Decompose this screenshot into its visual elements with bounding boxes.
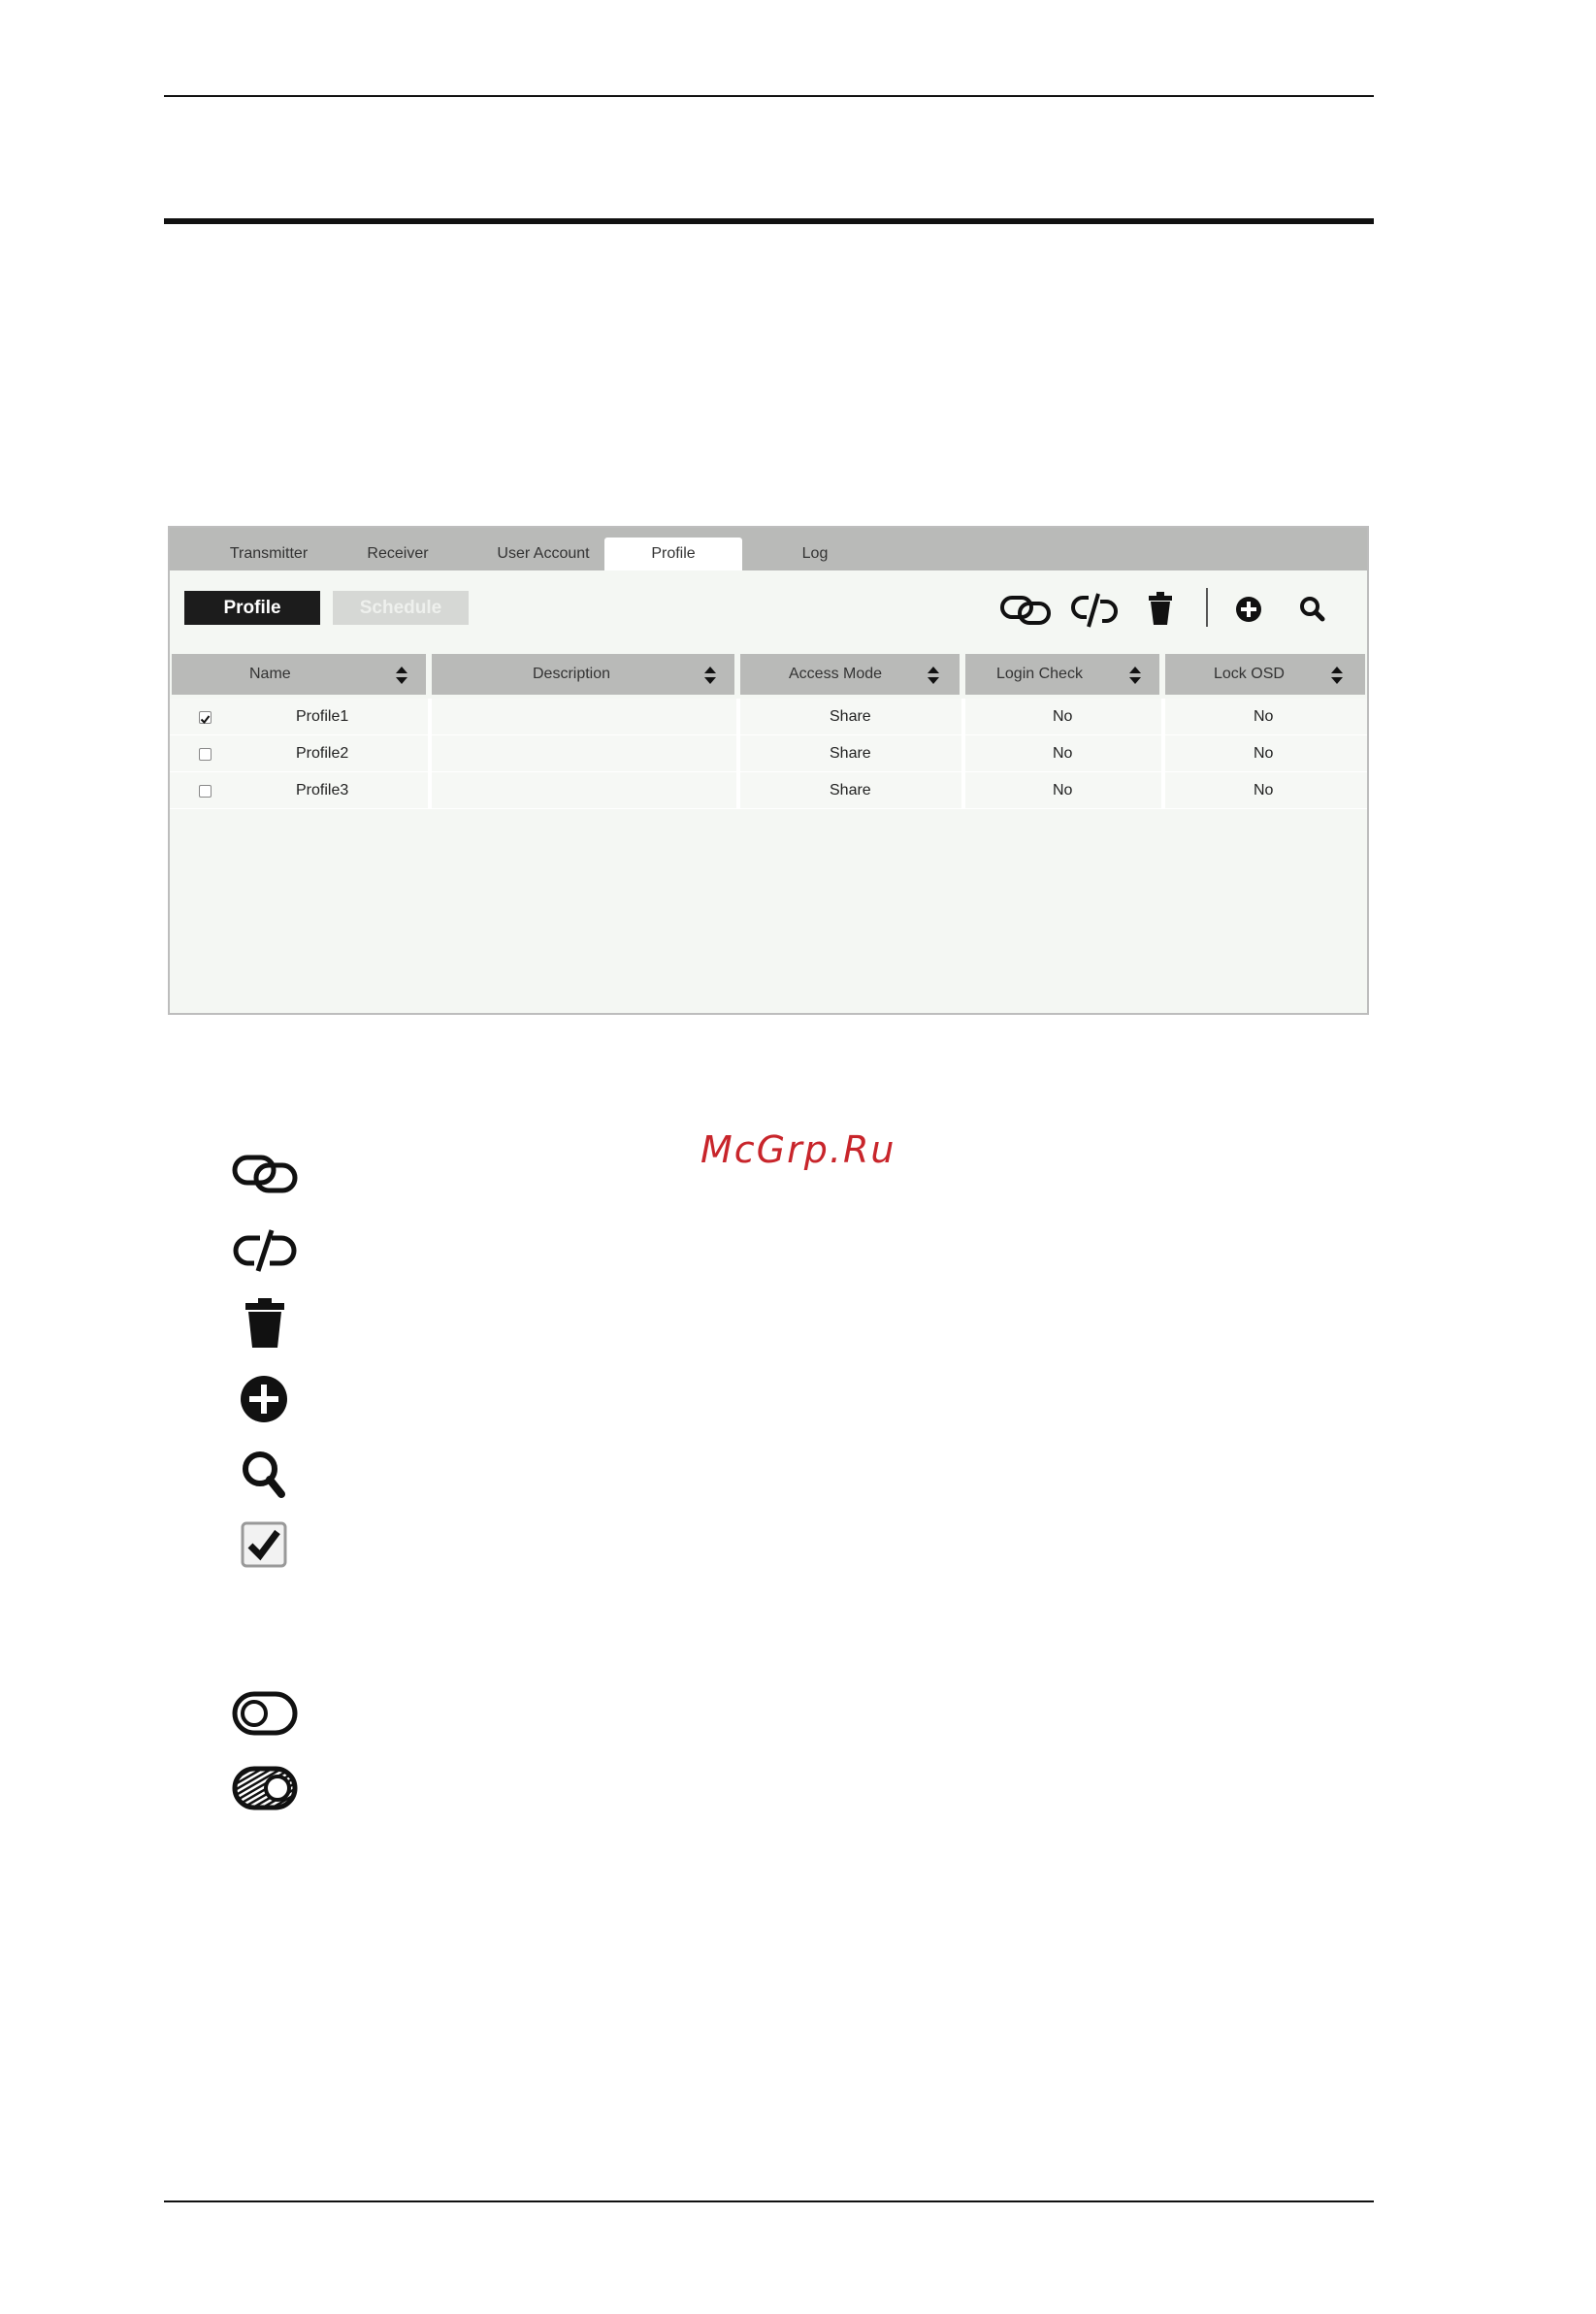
column-header-description[interactable]: Description	[432, 654, 734, 695]
toolbar-separator	[1206, 588, 1208, 627]
column-header-name[interactable]: Name	[172, 654, 426, 695]
row-checkbox[interactable]	[199, 711, 212, 725]
column-header-label: Access Mode	[789, 666, 883, 682]
trash-icon[interactable]	[1144, 588, 1177, 631]
toggle-on-icon	[232, 1766, 298, 1810]
section-rule	[164, 218, 1374, 224]
schedule-subtab-button[interactable]: Schedule	[333, 591, 469, 625]
profile-screenshot-panel: Transmitter Receiver User Account Profil…	[168, 526, 1369, 1015]
column-header-lock-osd[interactable]: Lock OSD	[1165, 654, 1365, 695]
tab-user-account[interactable]: User Account	[471, 538, 616, 570]
tab-profile[interactable]: Profile	[604, 538, 742, 570]
table-row[interactable]: Profile1 Share No No	[170, 699, 1367, 735]
tab-receiver[interactable]: Receiver	[340, 538, 456, 570]
column-divider	[736, 699, 740, 808]
column-divider	[428, 699, 432, 808]
header-rule	[164, 95, 1374, 97]
row-checkbox[interactable]	[199, 785, 212, 798]
column-header-label: Name	[249, 666, 291, 682]
cell-lock-osd: No	[1254, 782, 1274, 798]
cell-name: Profile2	[296, 745, 349, 762]
add-circle-icon	[241, 1376, 287, 1422]
sort-arrows-icon[interactable]	[927, 665, 940, 686]
column-header-label: Lock OSD	[1214, 666, 1285, 682]
table-row[interactable]: Profile3 Share No No	[170, 772, 1367, 809]
column-header-login-check[interactable]: Login Check	[965, 654, 1159, 695]
column-header-label: Description	[533, 666, 611, 682]
cell-lock-osd: No	[1254, 745, 1274, 762]
cell-login-check: No	[1053, 782, 1073, 798]
footer-rule	[164, 2200, 1374, 2202]
cell-login-check: No	[1053, 745, 1073, 762]
toggle-off-icon	[232, 1691, 298, 1736]
column-divider	[1161, 699, 1165, 808]
column-divider	[961, 699, 965, 808]
column-header-access-mode[interactable]: Access Mode	[740, 654, 960, 695]
add-circle-icon[interactable]	[1229, 588, 1268, 631]
cell-description	[434, 699, 734, 734]
cell-name: Profile3	[296, 782, 349, 798]
link-icon	[232, 1155, 298, 1193]
trash-icon	[245, 1298, 284, 1348]
unlink-icon[interactable]	[1067, 588, 1122, 631]
search-icon[interactable]	[1293, 588, 1332, 631]
cell-access-mode: Share	[830, 782, 871, 798]
table-row[interactable]: Profile2 Share No No	[170, 735, 1367, 772]
row-checkbox[interactable]	[199, 748, 212, 761]
sort-arrows-icon[interactable]	[395, 665, 408, 686]
sort-arrows-icon[interactable]	[1128, 665, 1142, 686]
cell-description	[434, 772, 734, 808]
sort-arrows-icon[interactable]	[1330, 665, 1344, 686]
cell-description	[434, 735, 734, 771]
checkmark-icon	[200, 715, 211, 725]
sort-arrows-icon[interactable]	[703, 665, 717, 686]
tab-bar: Transmitter Receiver User Account Profil…	[170, 528, 1367, 570]
cell-login-check: No	[1053, 708, 1073, 725]
column-header-label: Login Check	[996, 666, 1083, 682]
watermark: McGrp.Ru	[700, 1128, 896, 1171]
cell-access-mode: Share	[830, 708, 871, 725]
tab-log[interactable]: Log	[762, 538, 868, 570]
search-icon	[243, 1451, 285, 1498]
checkbox-checked-icon	[241, 1521, 287, 1568]
tab-transmitter[interactable]: Transmitter	[201, 538, 337, 570]
profile-subtab-button[interactable]: Profile	[184, 591, 320, 625]
link-icon[interactable]	[998, 588, 1053, 631]
unlink-icon	[233, 1229, 297, 1272]
cell-name: Profile1	[296, 708, 349, 725]
cell-lock-osd: No	[1254, 708, 1274, 725]
cell-access-mode: Share	[830, 745, 871, 762]
